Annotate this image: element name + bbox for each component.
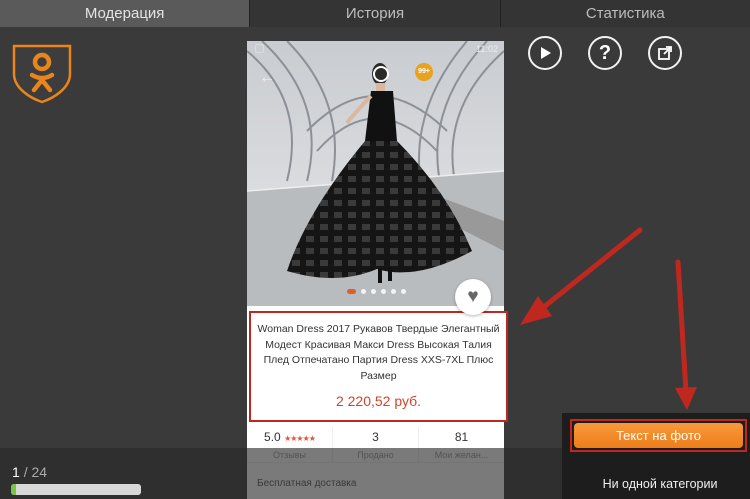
play-icon[interactable] [528, 36, 562, 70]
product-title: Woman Dress 2017 Рукавов Твердые Элегант… [257, 323, 500, 382]
status-time: 11:02 [476, 44, 498, 54]
tab-moderation[interactable]: Модерация [0, 0, 251, 27]
status-bar: 11:02 [247, 41, 504, 57]
carousel-dot[interactable] [391, 289, 396, 294]
delivery-info: Бесплатная доставка [257, 478, 357, 489]
action-toolbar: ? [528, 36, 682, 70]
wishlist-label: Мои желан... [434, 450, 489, 460]
arrow-to-button [675, 259, 697, 410]
product-text-highlight: Woman Dress 2017 Рукавов Твердые Элегант… [249, 311, 508, 422]
arrow-to-text [520, 227, 643, 325]
carousel-dots [347, 289, 406, 294]
progress-bar [11, 484, 141, 495]
tab-history[interactable]: История [250, 0, 501, 27]
tab-statistics[interactable]: Статистика [500, 0, 750, 27]
product-photo [247, 41, 504, 306]
wishlist-value: 81 [454, 430, 469, 444]
carousel-dot-active[interactable] [347, 289, 356, 294]
no-category-button[interactable]: Ни одной категории [580, 477, 740, 491]
top-tabs: Модерация История Статистика [0, 0, 750, 27]
carousel-dot[interactable] [401, 289, 406, 294]
question-icon[interactable]: ? [588, 36, 622, 70]
rating-stat[interactable]: 5.0 ★★★★★ Отзывы [247, 427, 333, 462]
product-price: 2 220,52 руб. [335, 393, 422, 409]
heart-icon[interactable]: ♥ [455, 279, 491, 315]
sold-label: Продано [357, 450, 394, 460]
carousel-dot[interactable] [361, 289, 366, 294]
product-stats: 5.0 ★★★★★ Отзывы 3 Продано 81 Мои желан.… [247, 427, 504, 463]
screenshot-icon [255, 44, 264, 53]
sold-stat[interactable]: 3 Продано [333, 427, 419, 462]
carousel-dot[interactable] [371, 289, 376, 294]
odnoklassniki-logo-icon [12, 44, 72, 104]
wishlist-stat[interactable]: 81 Мои желан... [419, 427, 504, 462]
notification-badge[interactable]: 99+ [415, 63, 433, 81]
progress-fill [11, 484, 17, 495]
rating-value: 5.0 [264, 430, 281, 444]
phone-screenshot: 11:02 ← 99+ ♥ 5.0 ★★★★★ Отзывы 3 Продано… [247, 41, 504, 499]
camera-icon[interactable] [373, 66, 389, 82]
external-link-icon[interactable] [648, 36, 682, 70]
counter-total: / 24 [23, 464, 48, 480]
text-on-photo-button[interactable]: Текст на фото [574, 423, 743, 448]
rating-stars: ★★★★★ [284, 434, 316, 443]
back-arrow-icon[interactable]: ← [259, 69, 275, 87]
carousel-dot[interactable] [381, 289, 386, 294]
counter-current: 1 [12, 464, 20, 480]
item-counter: 1 / 24 [12, 464, 47, 480]
rating-label: Отзывы [273, 450, 306, 460]
sold-value: 3 [372, 430, 379, 444]
